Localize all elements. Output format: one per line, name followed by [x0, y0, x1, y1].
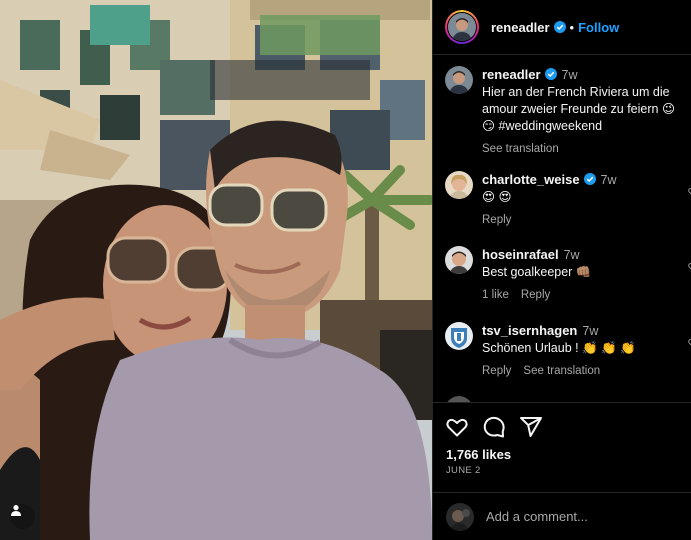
comment-username[interactable]: hoseinrafael — [482, 247, 559, 262]
comments-list[interactable]: reneadler 7w Hier an der French Riviera u… — [433, 56, 691, 402]
comment-age: 7w — [582, 324, 599, 338]
separator-dot: • — [569, 19, 575, 35]
caption-username[interactable]: reneadler — [482, 67, 541, 82]
avatar-image — [445, 246, 473, 274]
avatar-image — [448, 13, 476, 41]
avatar — [446, 502, 474, 531]
tagged-user-button[interactable] — [10, 504, 35, 529]
comment-text: Schönen Urlaub ! 👏 👏 👏 — [482, 341, 636, 355]
post-header: reneadler • Follow — [433, 0, 691, 55]
caption-age: 7w — [561, 68, 578, 82]
add-comment-input[interactable] — [486, 509, 676, 524]
caption-text: Hier an der French Riviera um die amour … — [482, 85, 675, 133]
comment-age: 7w — [563, 248, 580, 262]
comment-item: charlotte_weise 7w 😍 😍 Reply — [445, 171, 691, 229]
avatar[interactable] — [448, 13, 476, 41]
header-username[interactable]: reneadler — [491, 20, 550, 35]
avatar[interactable] — [445, 322, 473, 350]
avatar-image — [445, 66, 473, 94]
avatar-image — [446, 502, 474, 531]
comment-username[interactable]: charlotte_weise — [482, 172, 580, 187]
reply-link[interactable]: Reply — [521, 289, 550, 301]
add-comment-bar — [433, 492, 691, 540]
comment-text: 😍 😍 — [482, 190, 512, 204]
comment-likes-count[interactable]: 1 like — [482, 289, 509, 301]
story-ring[interactable] — [445, 10, 479, 44]
post-sidebar: reneadler • Follow reneadler 7w Hier an … — [432, 0, 691, 540]
avatar[interactable] — [445, 66, 473, 94]
comment-age: 7w — [600, 173, 617, 187]
reply-link[interactable]: Reply — [482, 365, 511, 377]
comment-username[interactable]: tsv_isernhagen — [482, 323, 577, 338]
verified-badge-icon — [544, 68, 557, 80]
post-photo[interactable] — [0, 0, 432, 540]
selfie-image — [0, 0, 432, 540]
post-actions: 1,766 likes JUNE 2 — [433, 402, 691, 492]
verified-badge-icon — [583, 173, 596, 185]
comment-text: Best goalkeeper 👊🏽 — [482, 265, 592, 279]
see-translation-link[interactable]: See translation — [523, 365, 600, 377]
see-translation-link[interactable]: See translation — [482, 143, 559, 155]
likes-count[interactable]: 1,766 likes — [446, 447, 511, 462]
caption: reneadler 7w Hier an der French Riviera u… — [445, 66, 691, 158]
share-icon[interactable] — [519, 415, 543, 439]
comment-item: hoseinrafael 7w Best goalkeeper 👊🏽 1 like… — [445, 246, 691, 304]
verified-badge-icon — [553, 21, 566, 33]
avatar-image — [445, 322, 473, 350]
comment-item: tsv_isernhagen 7w Schönen Urlaub ! 👏 👏 👏 … — [445, 322, 691, 380]
user-icon — [11, 505, 21, 516]
heart-icon[interactable] — [445, 415, 469, 439]
avatar-image — [445, 171, 473, 199]
avatar[interactable] — [445, 171, 473, 199]
follow-button[interactable]: Follow — [578, 20, 619, 35]
avatar[interactable] — [445, 246, 473, 274]
reply-link[interactable]: Reply — [482, 214, 511, 226]
post-date[interactable]: JUNE 2 — [446, 465, 481, 476]
comment-icon[interactable] — [482, 415, 506, 439]
